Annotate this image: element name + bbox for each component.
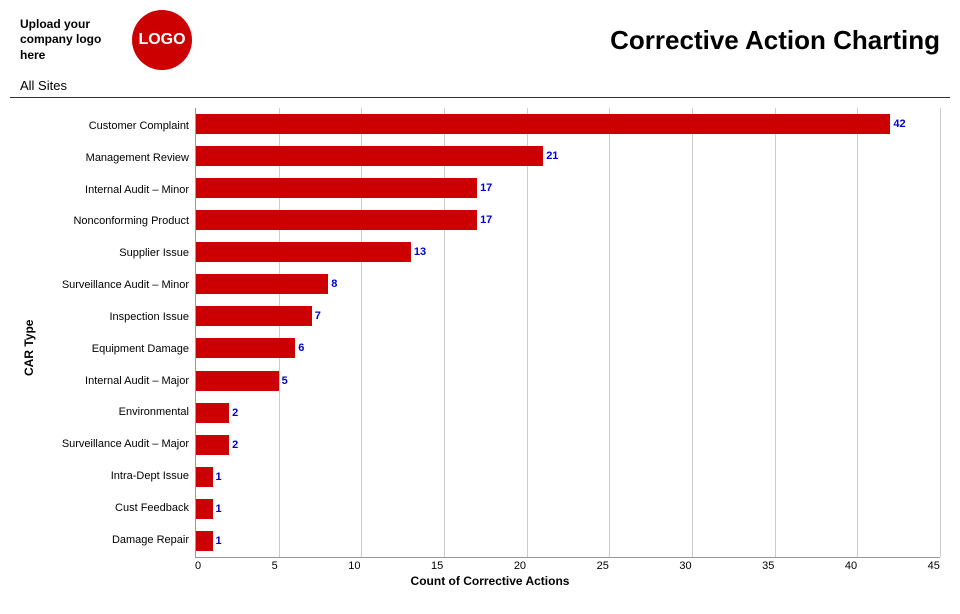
x-axis-tick: 5 — [272, 560, 278, 572]
bar-row: 1 — [196, 464, 940, 490]
bar-row: 17 — [196, 207, 940, 233]
bar-row: 13 — [196, 239, 940, 265]
logo-circle: LOGO — [132, 10, 192, 70]
y-axis-label: CAR Type — [20, 108, 38, 588]
bar-row: 2 — [196, 400, 940, 426]
bar-value: 2 — [232, 407, 238, 419]
category-label: Cust Feedback — [40, 501, 189, 515]
bar — [196, 210, 477, 230]
bar-row: 21 — [196, 143, 940, 169]
category-label: Internal Audit – Minor — [40, 183, 189, 197]
chart-container: CAR Type Customer Complaint Management Re… — [0, 98, 960, 588]
bar-row: 6 — [196, 335, 940, 361]
x-axis-tick: 0 — [195, 560, 201, 572]
page-header: Upload your company logo here LOGO Corre… — [0, 0, 960, 76]
bar-value: 7 — [315, 310, 321, 322]
category-label: Nonconforming Product — [40, 214, 189, 228]
bar-row: 17 — [196, 175, 940, 201]
grid-line — [940, 108, 941, 557]
bars-and-grid: 4221171713876522111 — [195, 108, 940, 558]
bar — [196, 499, 213, 519]
bar — [196, 403, 229, 423]
bar-row: 5 — [196, 368, 940, 394]
bar-value: 5 — [282, 375, 288, 387]
category-label: Customer Complaint — [40, 119, 189, 133]
bar — [196, 338, 295, 358]
site-filter-label: All Sites — [0, 76, 960, 97]
bar-value: 2 — [232, 439, 238, 451]
bar-value: 1 — [216, 535, 222, 547]
bar — [196, 467, 213, 487]
bar-row: 42 — [196, 111, 940, 137]
bar-value: 42 — [893, 118, 905, 130]
category-label: Surveillance Audit – Minor — [40, 278, 189, 292]
bar — [196, 371, 279, 391]
category-label: Environmental — [40, 405, 189, 419]
bar-row: 1 — [196, 528, 940, 554]
x-axis-tick: 30 — [679, 560, 691, 572]
category-labels: Customer Complaint Management Review Inter… — [40, 108, 195, 558]
bars-section: Customer Complaint Management Review Inter… — [40, 108, 940, 558]
bar-row: 2 — [196, 432, 940, 458]
bar — [196, 178, 477, 198]
bar-value: 13 — [414, 246, 426, 258]
category-label: Inspection Issue — [40, 310, 189, 324]
bar — [196, 435, 229, 455]
category-label: Damage Repair — [40, 533, 189, 547]
bar-row: 7 — [196, 303, 940, 329]
logo-area: Upload your company logo here LOGO — [20, 10, 192, 70]
bar — [196, 146, 543, 166]
category-label: Surveillance Audit – Major — [40, 437, 189, 451]
bar — [196, 274, 328, 294]
bar-value: 21 — [546, 150, 558, 162]
bar-value: 17 — [480, 214, 492, 226]
x-axis-labels: 0 5 10 15 20 25 30 35 40 45 — [40, 558, 940, 572]
bar — [196, 531, 213, 551]
x-axis-tick: 20 — [514, 560, 526, 572]
bar — [196, 242, 411, 262]
x-axis-tick: 40 — [845, 560, 857, 572]
logo-label: LOGO — [138, 31, 185, 49]
x-axis-tick: 35 — [762, 560, 774, 572]
bar-value: 1 — [216, 503, 222, 515]
chart-area: CAR Type Customer Complaint Management Re… — [20, 108, 940, 588]
x-axis-tick: 15 — [431, 560, 443, 572]
x-axis-tick: 45 — [928, 560, 940, 572]
bar-value: 8 — [331, 278, 337, 290]
x-axis-title: Count of Corrective Actions — [40, 572, 940, 588]
bar-value: 1 — [216, 471, 222, 483]
category-label: Intra-Dept Issue — [40, 469, 189, 483]
bar-value: 17 — [480, 182, 492, 194]
category-label: Internal Audit – Major — [40, 374, 189, 388]
x-axis-tick: 25 — [597, 560, 609, 572]
bar — [196, 114, 890, 134]
bar-value: 6 — [298, 342, 304, 354]
page-title: Corrective Action Charting — [610, 25, 940, 56]
category-label: Equipment Damage — [40, 342, 189, 356]
bar-row: 1 — [196, 496, 940, 522]
logo-upload-text: Upload your company logo here — [20, 17, 120, 64]
category-label: Supplier Issue — [40, 246, 189, 260]
bar-row: 8 — [196, 271, 940, 297]
chart-inner: Customer Complaint Management Review Inter… — [40, 108, 940, 588]
category-label: Management Review — [40, 151, 189, 165]
bar — [196, 306, 312, 326]
x-axis-tick: 10 — [348, 560, 360, 572]
